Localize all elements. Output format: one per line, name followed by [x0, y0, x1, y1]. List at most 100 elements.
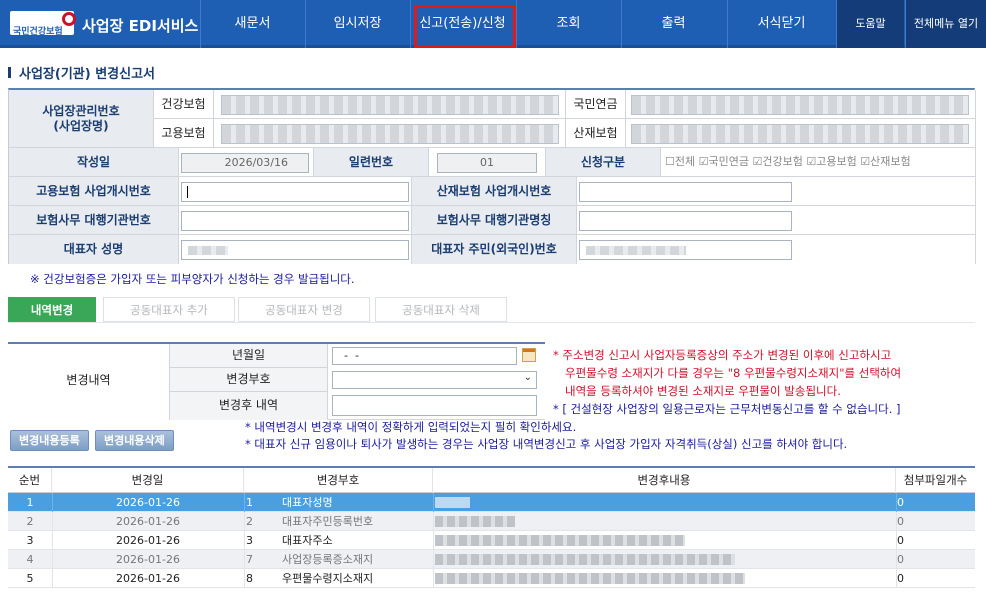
change-after-input[interactable]: [332, 395, 537, 416]
nav-full-menu[interactable]: 전체메뉴 열기: [905, 0, 986, 48]
cell-after-redacted: [435, 573, 745, 584]
tab-change-history[interactable]: 내역변경: [8, 297, 96, 322]
tab-underline: [8, 322, 975, 323]
cell-code: 7: [246, 553, 253, 566]
emp-start-input[interactable]: [181, 182, 409, 202]
national-pension-field[interactable]: [631, 95, 969, 115]
cell-code: 8: [246, 572, 253, 585]
page-title-wrap: 사업장(기관) 변경신고서: [8, 63, 155, 82]
agent-no-input[interactable]: [181, 211, 409, 231]
health-ins-label: 건강보험: [154, 90, 214, 119]
cell-seq: 3: [26, 534, 34, 547]
column-separator: [433, 493, 434, 512]
column-separator: [244, 531, 245, 550]
column-separator: [52, 512, 53, 531]
emp-start-label: 고용보험 사업개시번호: [9, 177, 179, 206]
agent-name-label: 보험사무 대행기관명칭: [412, 206, 577, 235]
cell-files: 0: [897, 572, 904, 585]
column-separator: [896, 550, 897, 569]
cell-date: 2026-01-26: [116, 572, 180, 585]
cell-code-name: 대표자성명: [282, 496, 333, 509]
ind-start-label: 산재보험 사업개시번호: [412, 177, 577, 206]
employ-ins-label: 고용보험: [154, 119, 214, 148]
tab-change-co-rep[interactable]: 공동대표자 변경: [238, 297, 370, 322]
cell-files: 0: [897, 553, 904, 566]
table-row[interactable]: 3 2026-01-26 3 대표자주소 0: [8, 531, 975, 550]
apply-checkbox-industrial[interactable]: ☑산재보험: [860, 155, 910, 168]
code-label: 변경부호: [170, 368, 328, 392]
top-navigation-bar: 국민건강보험 사업장 EDI서비스 새문서 임시저장 신고(전송)/신청 조회 …: [0, 0, 986, 48]
rep-name-input[interactable]: [181, 240, 409, 260]
page-title: 사업장(기관) 변경신고서: [19, 67, 156, 82]
table-row[interactable]: 1 2026-01-26 1 대표자성명 0: [8, 493, 975, 512]
column-separator: [244, 569, 245, 588]
table-row[interactable]: 4 2026-01-26 7 사업장등록증소재지 0: [8, 550, 975, 569]
nhis-logo: 국민건강보험: [10, 11, 76, 37]
rep-id-input[interactable]: [579, 240, 792, 260]
business-change-form: 사업장관리번호 (사업장명) 건강보험 국민연금 고용보험 산재보험 작성일 2…: [8, 88, 976, 264]
mgmt-no-label: 사업장관리번호 (사업장명): [9, 90, 154, 148]
table-row[interactable]: 5 2026-01-26 8 우편물수령지소재지 0: [8, 569, 975, 588]
title-bar-icon: [8, 67, 11, 78]
change-entry-table: 변경내역 년월일 변경부호 변경후 내역 - - ⌄: [8, 342, 545, 420]
column-separator: [896, 512, 897, 531]
health-ins-field[interactable]: [221, 95, 559, 115]
nav-print[interactable]: 출력: [621, 0, 725, 48]
cell-date: 2026-01-26: [116, 553, 180, 566]
change-section-label: 변경내역: [8, 344, 170, 420]
nav-inquiry[interactable]: 조회: [516, 0, 620, 48]
column-separator: [433, 569, 434, 588]
column-separator: [244, 512, 245, 531]
employ-ins-field[interactable]: [221, 124, 559, 144]
column-separator: [433, 550, 434, 569]
cell-code-name: 대표자주소: [282, 534, 333, 547]
column-separator: [896, 493, 897, 512]
cell-seq: 2: [26, 515, 34, 528]
tab-delete-co-rep[interactable]: 공동대표자 삭제: [375, 297, 507, 322]
industrial-ins-field[interactable]: [631, 124, 969, 144]
apply-checkbox-employ[interactable]: ☑고용보험: [806, 155, 856, 168]
nav-report-submit[interactable]: 신고(전송)/신청: [410, 0, 514, 48]
col-code: 변경부호: [244, 468, 433, 493]
cell-files: 0: [897, 515, 904, 528]
cell-date: 2026-01-26: [116, 496, 180, 509]
ind-start-input[interactable]: [579, 182, 792, 202]
health-card-notice: ※ 건강보험증은 가입자 또는 피부양자가 신청하는 경우 발급됩니다.: [30, 272, 355, 286]
change-date-input[interactable]: - -: [332, 347, 517, 365]
rep-name-label: 대표자 성명: [9, 235, 179, 264]
column-separator: [244, 493, 245, 512]
apply-checkbox-pension[interactable]: ☑국민연금: [699, 155, 749, 168]
register-change-button[interactable]: 변경내용등록: [10, 430, 89, 451]
col-after: 변경후내용: [433, 468, 896, 493]
table-header: 순번 변경일 변경부호 변경후내용 첨부파일개수: [8, 468, 975, 493]
cell-seq: 4: [26, 553, 34, 566]
cell-code-name: 우편물수령지소재지: [282, 572, 374, 585]
change-code-select[interactable]: ⌄: [332, 371, 537, 389]
change-history-table: 순번 변경일 변경부호 변경후내용 첨부파일개수 1 2026-01-26 1 대표자…: [8, 466, 975, 588]
service-title: 사업장 EDI서비스: [82, 17, 199, 35]
agent-name-input[interactable]: [579, 211, 792, 231]
nav-temp-save[interactable]: 임시저장: [305, 0, 409, 48]
blue-note-1: * 내역변경시 변경후 내역이 정확하게 입력되었는지 필히 확인하세요.: [245, 420, 577, 434]
cell-after-redacted: [435, 516, 515, 527]
apply-type-label: 신청구분: [546, 148, 661, 177]
col-date: 변경일: [52, 468, 244, 493]
serial-no-label: 일련번호: [314, 148, 429, 177]
cell-after-redacted: [435, 535, 685, 546]
delete-change-button[interactable]: 변경내용삭제: [95, 430, 174, 451]
agent-no-label: 보험사무 대행기관번호: [9, 206, 179, 235]
red-note-4: * [ 건설현장 사업장의 일용근로자는 근무처변동신고를 할 수 없습니다. …: [553, 402, 901, 416]
created-date-field: 2026/03/16: [181, 153, 309, 173]
cell-code: 3: [246, 534, 253, 547]
nav-close-form[interactable]: 서식닫기: [727, 0, 835, 48]
after-label: 변경후 내역: [170, 392, 328, 420]
cell-code: 2: [246, 515, 253, 528]
nav-help[interactable]: 도움말: [836, 0, 904, 48]
apply-checkbox-all[interactable]: ☐전체: [665, 155, 695, 168]
calendar-icon[interactable]: [522, 348, 536, 362]
tab-add-co-rep[interactable]: 공동대표자 추가: [103, 297, 235, 322]
nav-new-document[interactable]: 새문서: [200, 0, 304, 48]
table-row[interactable]: 2 2026-01-26 2 대표자주민등록번호 0: [8, 512, 975, 531]
apply-checkbox-health[interactable]: ☑건강보험: [752, 155, 802, 168]
cell-seq: 1: [26, 496, 34, 509]
